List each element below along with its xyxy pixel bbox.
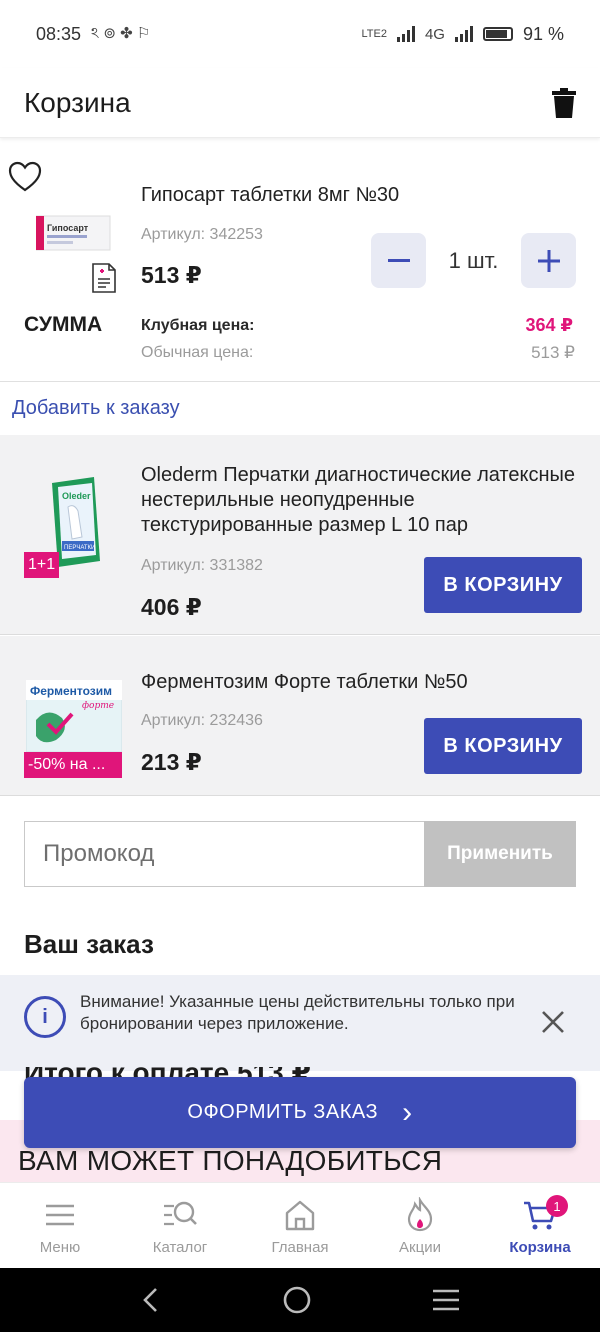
home-circle-icon[interactable] [282, 1285, 312, 1315]
upsell-item-price: 213 ₽ [141, 749, 202, 775]
heart-icon[interactable] [8, 160, 42, 194]
apply-promo-button[interactable]: Применить [424, 821, 576, 887]
price-notice-banner: i Внимание! Указанные цены действительны… [0, 975, 600, 1071]
sum-label: СУММА [24, 313, 103, 336]
status-time: 08:35 [36, 23, 82, 44]
plus-icon [537, 249, 560, 272]
upsell-item-sku: Артикул: 331382 [141, 557, 263, 574]
nav-item-cart[interactable]: 1 Корзина [480, 1183, 600, 1269]
quantity-decrease-button[interactable] [371, 233, 426, 288]
upsell-item-name[interactable]: Ферментозим Форте таблетки №50 [141, 670, 581, 695]
product-image: Гипосарт [36, 215, 111, 251]
checkout-button[interactable]: ОФОРМИТЬ ЗАКАЗ › [24, 1077, 576, 1148]
app-header: Корзина [0, 68, 600, 138]
regular-price-value: 513 ₽ [531, 343, 575, 362]
nav-label: Акции [399, 1239, 441, 1256]
nav-item-menu[interactable]: Меню [0, 1183, 120, 1269]
promo-badge: -50% на ... [24, 752, 122, 778]
catalog-search-icon [164, 1201, 197, 1226]
product-box-label: Ферментозим [30, 684, 112, 698]
back-icon[interactable] [139, 1286, 163, 1314]
signal-icon [396, 26, 415, 42]
status-right: LTE2 4G 91 % [361, 24, 564, 45]
add-to-cart-button[interactable]: В КОРЗИНУ [424, 718, 582, 774]
upsell-item-sku: Артикул: 232436 [141, 712, 263, 729]
system-navigation-bar [0, 1268, 600, 1332]
product-box-label: Гипосарт [47, 223, 89, 233]
cart-item-sku: Артикул: 342253 [141, 226, 263, 243]
prescription-icon [92, 263, 116, 293]
checkout-label: ОФОРМИТЬ ЗАКАЗ [187, 1101, 379, 1123]
network-type: 4G [424, 25, 445, 43]
flame-icon [407, 1197, 433, 1232]
product-box-label: Oleder [62, 491, 91, 501]
upsell-item-price: 406 ₽ [141, 594, 202, 620]
cart-count-badge: 1 [546, 1195, 568, 1217]
home-icon [285, 1200, 315, 1231]
recommendations-title: ВАМ МОЖЕТ ПОНАДОБИТЬСЯ [18, 1145, 443, 1176]
nav-label: Каталог [152, 1239, 208, 1256]
cart-item-name[interactable]: Гипосарт таблетки 8мг №30 [141, 184, 399, 207]
regular-price-label: Обычная цена: [141, 344, 254, 361]
page-title: Корзина [24, 86, 131, 118]
nav-label: Меню [39, 1239, 81, 1256]
product-image: Ферментозим форте [26, 680, 122, 752]
nav-label: Главная [271, 1239, 329, 1256]
club-price-label: Клубная цена: [141, 317, 255, 334]
nav-label: Корзина [509, 1239, 571, 1256]
battery-icon [482, 27, 513, 41]
info-icon: i [24, 996, 66, 1038]
club-price-value: 364 ₽ [525, 315, 573, 335]
status-bar: 08:35 ঽ ⊚ ✤ ⚐ LTE2 4G 91 % [0, 0, 600, 68]
nav-item-home[interactable]: Главная [240, 1183, 360, 1269]
trash-icon[interactable] [552, 87, 576, 118]
cart-item-price: 513 ₽ [141, 262, 202, 288]
menu-icon [46, 1204, 74, 1226]
volte-indicator: LTE2 [361, 28, 387, 40]
chevron-right-icon: › [402, 1095, 413, 1129]
add-to-order-heading: Добавить к заказу [12, 397, 180, 419]
upsell-item: Ферментозим форте -50% на ... Ферментози… [0, 636, 600, 796]
quantity-increase-button[interactable] [521, 233, 576, 288]
status-left: 08:35 ঽ ⊚ ✤ ⚐ [36, 22, 150, 47]
promo-code-input[interactable] [24, 821, 425, 887]
quantity-value: 1 шт. [448, 248, 499, 273]
notice-text: Внимание! Указанные цены действительны т… [80, 992, 515, 1033]
nav-item-catalog[interactable]: Каталог [120, 1183, 240, 1269]
promo-badge: 1+1 [24, 552, 60, 578]
notification-icons: ঽ ⊚ ✤ ⚐ [91, 24, 151, 42]
minus-icon [387, 258, 410, 262]
order-summary-title: Ваш заказ [24, 929, 154, 959]
nav-item-promotions[interactable]: Акции [360, 1183, 480, 1269]
recent-apps-icon[interactable] [431, 1287, 461, 1313]
cart-item: Гипосарт Гипосарт таблетки 8мг №30 Артик… [0, 140, 600, 382]
upsell-item-name[interactable]: Olederm Перчатки диагностические латексн… [141, 463, 581, 538]
bottom-navigation: Меню Каталог Главная Акции 1 Корзина [0, 1182, 600, 1268]
battery-level: 91 % [522, 23, 564, 44]
upsell-item: Oleder ПЕРЧАТКИ 1+1 Olederm Перчатки диа… [0, 435, 600, 635]
add-to-cart-button[interactable]: В КОРЗИНУ [424, 557, 582, 613]
product-box-sub: форте [82, 701, 114, 711]
signal-icon-2 [454, 26, 473, 42]
product-box-sub: ПЕРЧАТКИ [64, 545, 95, 551]
close-icon[interactable] [538, 1007, 568, 1037]
